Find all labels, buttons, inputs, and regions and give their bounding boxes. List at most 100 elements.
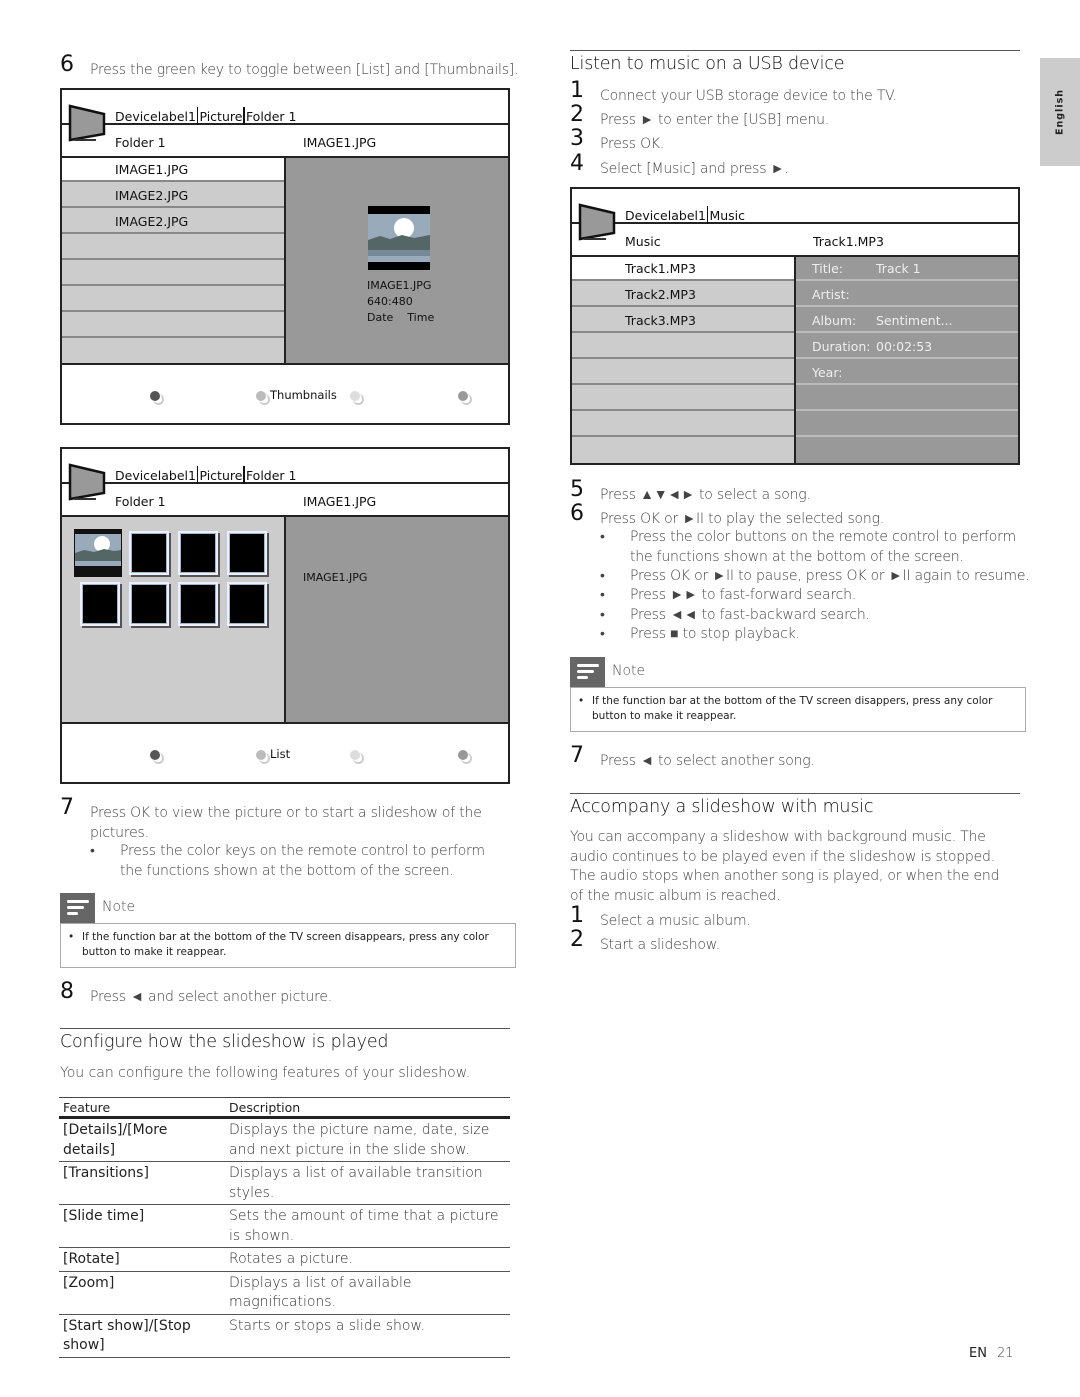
tv-icon bbox=[68, 104, 106, 142]
thumbnail[interactable] bbox=[129, 582, 169, 626]
step-number: 7 bbox=[60, 795, 74, 820]
green-button-label: List bbox=[270, 747, 291, 761]
table-row: [Transitions] Displays a list of availab… bbox=[59, 1161, 510, 1205]
blue-color-button[interactable] bbox=[458, 391, 472, 405]
track-list-item[interactable]: Track2.MP3 bbox=[572, 283, 794, 307]
thumbnail[interactable] bbox=[178, 582, 218, 626]
feature-cell: [Details]/[More details] bbox=[59, 1117, 225, 1162]
breadcrumb-item: Devicelabel1 bbox=[625, 208, 706, 223]
red-color-button[interactable] bbox=[150, 391, 164, 405]
note-icon bbox=[60, 893, 95, 923]
current-file: IMAGE1.JPG bbox=[303, 494, 377, 509]
tv-subheader: Music Track1.MP3 bbox=[572, 224, 1018, 257]
accompany-heading: Accompany a slideshow with music bbox=[570, 797, 874, 817]
track-list-item[interactable]: Track1.MP3 bbox=[572, 257, 794, 281]
track-list-item[interactable]: Track3.MP3 bbox=[572, 309, 794, 333]
description-cell: Displays the picture name, date, size an… bbox=[225, 1117, 510, 1162]
thumbnail-selected[interactable] bbox=[74, 529, 122, 577]
bullet-text: Press ►► to fast-forward search. bbox=[630, 587, 856, 603]
feature-cell: [Transitions] bbox=[59, 1161, 225, 1205]
preview-pane: IMAGE1.JPG 640:480 Date Time bbox=[286, 158, 508, 363]
yellow-color-button[interactable] bbox=[350, 391, 364, 405]
breadcrumb: Devicelabel1 Picture Folder 1 bbox=[115, 107, 297, 125]
config-intro: You can configure the following features… bbox=[60, 1065, 471, 1081]
step-number: 1 bbox=[570, 903, 584, 928]
file-list-item[interactable] bbox=[62, 236, 284, 260]
track-info-row: Album: Sentiment... bbox=[796, 309, 1018, 333]
preview-details: IMAGE1.JPG 640:480 Date Time bbox=[367, 278, 434, 326]
tv-subheader: Folder 1 IMAGE1.JPG bbox=[62, 125, 508, 158]
tv-icon bbox=[68, 463, 106, 501]
file-list-item[interactable]: IMAGE1.JPG bbox=[62, 158, 284, 182]
thumbnail[interactable] bbox=[227, 531, 267, 575]
preview-filename: IMAGE1.JPG bbox=[303, 571, 368, 584]
track-list-item[interactable] bbox=[572, 335, 794, 359]
step-text: Select a music album. bbox=[600, 913, 751, 929]
file-list-item[interactable]: IMAGE2.JPG bbox=[62, 184, 284, 208]
tv-screen-music: Devicelabel1 Music Music Track1.MP3 Track… bbox=[570, 187, 1020, 465]
breadcrumb: Devicelabel1 Picture Folder 1 bbox=[115, 466, 297, 484]
breadcrumb-item: Picture bbox=[199, 109, 243, 124]
thumbnail[interactable] bbox=[227, 582, 267, 626]
folder-name: Folder 1 bbox=[115, 135, 166, 150]
tv-screen-list-view: Devicelabel1 Picture Folder 1 Folder 1 IMA… bbox=[60, 88, 510, 425]
green-color-button[interactable] bbox=[256, 750, 270, 764]
step-text: Press ◄ and select another picture. bbox=[90, 989, 332, 1005]
note-header: Note bbox=[570, 657, 770, 687]
bullet-text: Press ◄◄ to fast-backward search. bbox=[630, 607, 870, 623]
thumbnail[interactable] bbox=[80, 582, 120, 626]
language-tab-label: English bbox=[1054, 89, 1066, 135]
tv-header: Devicelabel1 Music bbox=[572, 189, 1018, 224]
preview-pane: IMAGE1.JPG bbox=[286, 517, 508, 722]
note-box: • If the function bar at the bottom of t… bbox=[570, 687, 1026, 732]
red-color-button[interactable] bbox=[150, 750, 164, 764]
column-header-feature: Feature bbox=[59, 1097, 225, 1119]
yellow-color-button[interactable] bbox=[350, 750, 364, 764]
thumbnail[interactable] bbox=[178, 531, 218, 575]
track-list-item[interactable] bbox=[572, 361, 794, 385]
green-color-button[interactable] bbox=[256, 391, 270, 405]
table-header-row: Feature Description bbox=[59, 1097, 510, 1119]
file-list-item[interactable] bbox=[62, 288, 284, 312]
thumbnail[interactable] bbox=[129, 531, 169, 575]
breadcrumb-item: Music bbox=[709, 208, 746, 223]
music-heading: Listen to music on a USB device bbox=[570, 54, 845, 74]
file-list-item[interactable] bbox=[62, 314, 284, 338]
blue-color-button[interactable] bbox=[458, 750, 472, 764]
note-icon bbox=[570, 657, 605, 687]
file-list-item[interactable]: IMAGE2.JPG bbox=[62, 210, 284, 234]
function-bar: Thumbnails bbox=[62, 363, 508, 423]
step-number: 8 bbox=[60, 979, 74, 1004]
table-row: [Details]/[More details] Displays the pi… bbox=[59, 1117, 510, 1162]
page-number: 21 bbox=[996, 1346, 1014, 1361]
section-divider bbox=[570, 793, 1020, 794]
track-info-row bbox=[796, 439, 1018, 463]
section-divider bbox=[60, 1028, 510, 1029]
tv-screen-thumbnail-view: Devicelabel1 Picture Folder 1 Folder 1 IMA… bbox=[60, 447, 510, 784]
track-info-row: Duration: 00:02:53 bbox=[796, 335, 1018, 359]
tv-subheader: Folder 1 IMAGE1.JPG bbox=[62, 484, 508, 517]
function-bar: List bbox=[62, 722, 508, 782]
track-list-item[interactable] bbox=[572, 413, 794, 437]
track-list-item[interactable] bbox=[572, 387, 794, 411]
description-cell: Sets the amount of time that a picture i… bbox=[225, 1204, 510, 1248]
step-text: Connect your USB storage device to the T… bbox=[600, 88, 897, 104]
feature-cell: [Slide time] bbox=[59, 1204, 225, 1248]
track-info-row bbox=[796, 413, 1018, 437]
folder-name: Folder 1 bbox=[115, 494, 166, 509]
breadcrumb: Devicelabel1 Music bbox=[625, 206, 745, 224]
features-table: Feature Description [Details]/[More deta… bbox=[59, 1097, 510, 1358]
track-info-pane: Title: Track 1 Artist: Album: Sentiment...… bbox=[796, 257, 1018, 463]
file-list-item[interactable] bbox=[62, 340, 284, 363]
file-list-item[interactable] bbox=[62, 262, 284, 286]
step-number: 1 bbox=[570, 78, 584, 103]
feature-cell: [Rotate] bbox=[59, 1247, 225, 1272]
step-number: 6 bbox=[60, 52, 74, 77]
track-list: Track1.MP3 Track2.MP3 Track3.MP3 bbox=[572, 257, 796, 463]
note-header: Note bbox=[60, 893, 260, 923]
track-list-item[interactable] bbox=[572, 439, 794, 463]
green-button-label: Thumbnails bbox=[270, 388, 337, 402]
folder-name: Music bbox=[625, 234, 661, 249]
tv-header: Devicelabel1 Picture Folder 1 bbox=[62, 90, 508, 125]
step-text: Press OK. bbox=[600, 136, 665, 152]
